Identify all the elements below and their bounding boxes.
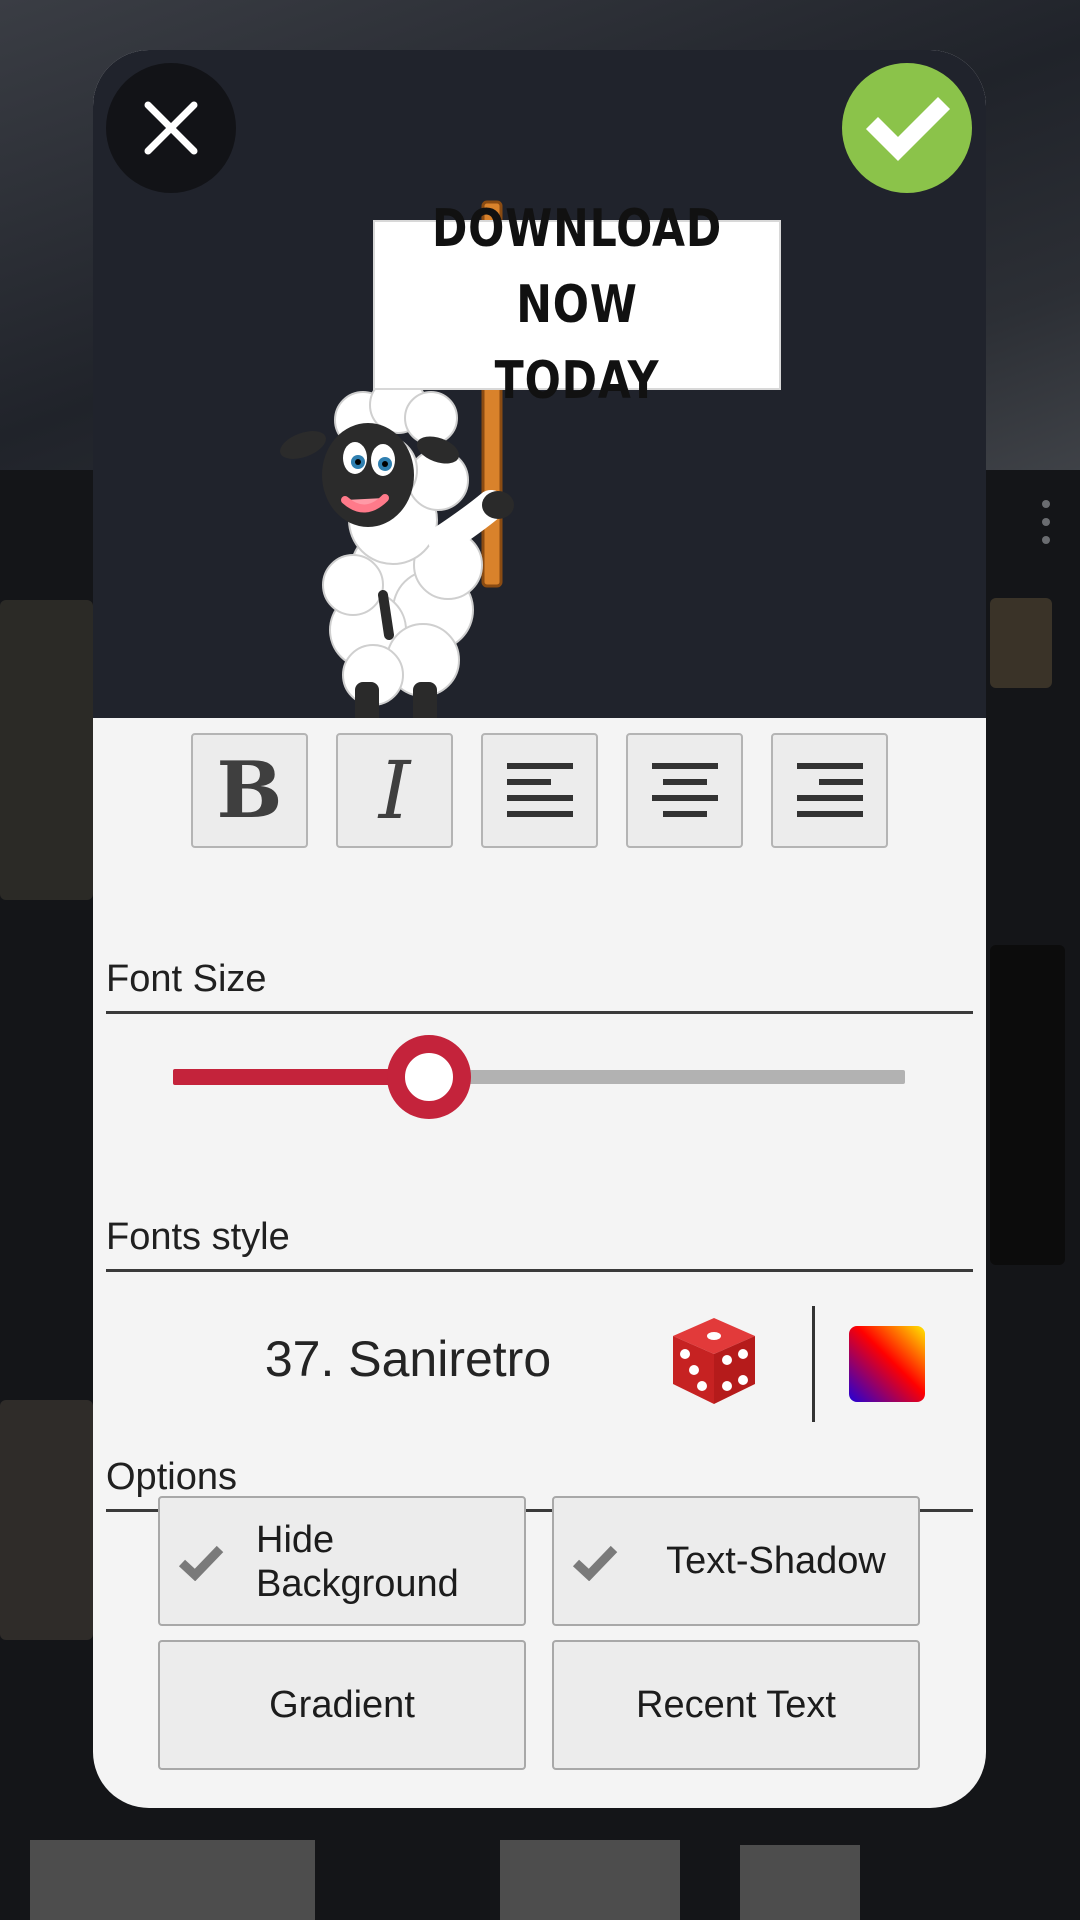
format-toolbar: B I (191, 733, 888, 848)
background-thumbnail (0, 1400, 93, 1640)
slider-fill (173, 1069, 408, 1085)
hide-background-button[interactable]: Hide Background (158, 1496, 526, 1626)
align-left-icon (506, 762, 573, 817)
color-picker-swatch[interactable] (849, 1326, 925, 1402)
text-shadow-button[interactable]: Text-Shadow (552, 1496, 920, 1626)
background-sign (30, 1840, 315, 1920)
italic-label: I (378, 744, 411, 837)
font-size-heading: Font Size (106, 958, 973, 1014)
text-edit-dialog: DOWNLOAD NOW TODAY B I Font Size Fonts s… (93, 50, 986, 1808)
sticker-preview: DOWNLOAD NOW TODAY (93, 50, 986, 718)
align-right-button[interactable] (771, 733, 888, 848)
dice-icon[interactable] (669, 1314, 759, 1406)
align-right-icon (796, 762, 863, 817)
recent-text-label: Recent Text (636, 1683, 836, 1726)
slider-thumb[interactable] (387, 1035, 472, 1119)
sign-board[interactable]: DOWNLOAD NOW TODAY (373, 199, 781, 411)
hide-background-label: Hide Background (256, 1519, 459, 1605)
background-thumbnail (0, 600, 93, 900)
recent-text-button[interactable]: Recent Text (552, 1640, 920, 1770)
close-button[interactable] (106, 63, 236, 193)
background-thumbnail (990, 598, 1052, 688)
font-name-selector[interactable]: 37. Saniretro (253, 1330, 563, 1388)
more-vert-icon (1040, 500, 1052, 544)
vertical-divider (812, 1306, 815, 1422)
gradient-button[interactable]: Gradient (158, 1640, 526, 1770)
close-icon (144, 101, 198, 155)
check-icon (178, 1545, 224, 1581)
align-center-icon (651, 762, 718, 817)
bold-button[interactable]: B (191, 733, 308, 848)
background-thumbnail (990, 945, 1065, 1265)
check-icon (572, 1545, 618, 1581)
align-center-button[interactable] (626, 733, 743, 848)
text-shadow-label: Text-Shadow (666, 1539, 886, 1582)
align-left-button[interactable] (481, 733, 598, 848)
sign-text: DOWNLOAD NOW TODAY (431, 199, 723, 411)
gradient-label: Gradient (269, 1683, 415, 1726)
check-icon (865, 96, 951, 162)
background-sign (740, 1845, 860, 1920)
font-size-slider[interactable] (173, 1035, 905, 1119)
background-sign (500, 1840, 680, 1920)
confirm-button[interactable] (842, 63, 972, 193)
italic-button[interactable]: I (336, 733, 453, 848)
bold-label: B (216, 745, 283, 836)
fonts-style-heading: Fonts style (106, 1216, 973, 1272)
